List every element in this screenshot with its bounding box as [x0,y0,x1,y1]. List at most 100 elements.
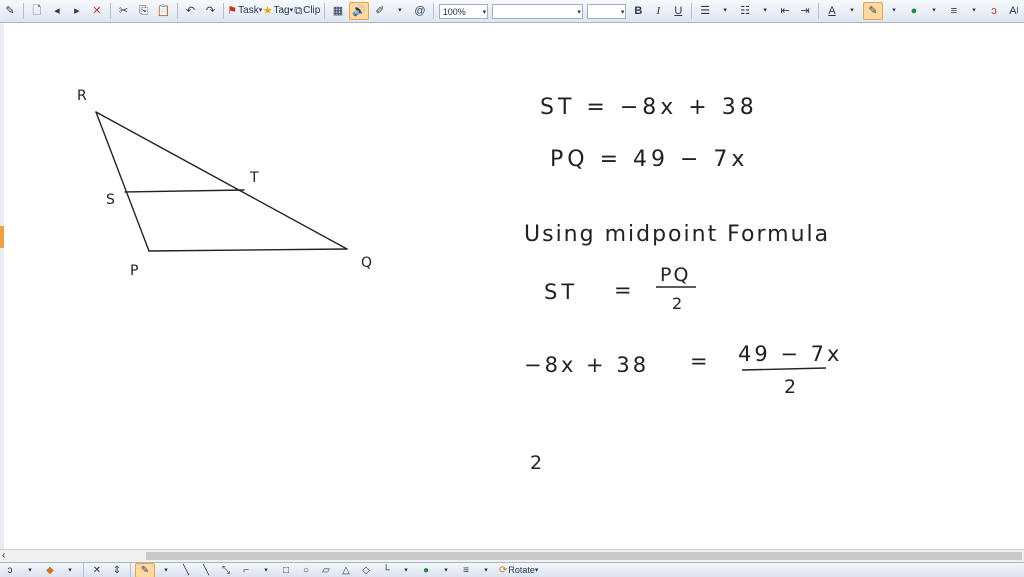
font-grow-letter: A [1009,2,1016,20]
at-sign-icon[interactable]: @ [411,2,429,20]
delete-icon[interactable]: ✕ [88,564,106,577]
equation-lhs-2: −8x + 38 [524,353,649,377]
triangle-figure [96,112,347,251]
horizontal-scrollbar[interactable]: ‹ [0,549,1024,562]
font-size-select[interactable]: ▾ [587,4,626,19]
tag-button[interactable]: ★ Tag ▾ [263,2,292,20]
toolbar-separator [691,3,692,19]
scrollbar-thumb[interactable] [146,552,1022,560]
chevron-down-icon[interactable]: ▾ [257,564,275,577]
connector-icon[interactable]: ⌐ [237,564,255,577]
chevron-down-icon: ▾ [621,5,625,20]
copy-icon[interactable]: ⎘ [135,2,153,20]
previous-page-icon[interactable]: ◂ [48,2,66,20]
tag-label: Tag [273,2,289,20]
chevron-down-icon[interactable]: ▾ [157,564,175,577]
axes-icon[interactable]: └ [377,564,395,577]
fraction-numerator-2: 49 − 7x [738,342,842,366]
paste-icon[interactable]: 📋 [155,2,173,20]
font-grow-button[interactable]: AI [1005,2,1023,20]
chevron-down-icon[interactable]: ▾ [756,2,774,20]
italic-button[interactable]: I [649,2,667,20]
chevron-down-icon[interactable]: ▾ [965,2,983,20]
fraction-pq-denominator: 2 [672,294,682,313]
color-fill-icon[interactable]: ● [905,2,923,20]
undo-icon[interactable]: ↶ [181,2,199,20]
flag-icon: ⚑ [227,2,237,20]
top-toolbar: ✎ 🗋 ◂ ▸ ✕ ✂ ⎘ 📋 ↶ ↷ ⚑ Task ▾ ★ Tag ▾ ⧉ C… [0,0,1024,23]
diamond-icon[interactable]: ◇ [357,564,375,577]
outdent-icon[interactable]: ⇤ [776,2,794,20]
toolbar-separator [818,3,819,19]
equation-st-lhs: ST [544,280,578,304]
equals-sign-2: = [690,349,708,373]
note-canvas[interactable]: R S T P Q ST = −8x + 38 PQ = 49 − 7x Usi… [4,23,1024,549]
new-page-icon[interactable]: 🗋 [28,2,46,20]
chevron-down-icon[interactable]: ▾ [477,564,495,577]
line-weight-icon[interactable]: ≡ [945,2,963,20]
pen-icon[interactable]: ✎ [135,563,155,577]
chevron-down-icon[interactable]: ▾ [925,2,943,20]
eraser-icon[interactable]: ◆ [41,564,59,577]
chevron-down-icon[interactable]: ▾ [716,2,734,20]
pen-tool-icon[interactable]: ✎ [1,2,19,20]
circle-icon[interactable]: ○ [297,564,315,577]
redo-icon[interactable]: ↷ [201,2,219,20]
equals-sign-1: = [614,278,632,302]
drawing-toolbar: ↄ ▾ ◆ ▾ ✕ ⇕ ✎ ▾ ╲ ╲ ⤡ ⌐ ▾ □ ○ ▱ △ ◇ └ ▾ … [0,562,1024,577]
toolbar-separator [130,562,131,577]
zoom-select[interactable]: 100% ▾ [439,4,488,19]
font-name-select[interactable]: ▾ [492,4,583,19]
text-style-button[interactable]: A [823,2,841,20]
toolbar-separator [324,3,325,19]
scroll-left-icon[interactable]: ‹ [2,550,5,562]
toolbar-separator [223,3,224,19]
segment-st [125,190,244,192]
underline-button[interactable]: U [669,2,687,20]
bold-button[interactable]: B [629,2,647,20]
side-pq [149,249,347,251]
lasso-icon[interactable]: ↄ [985,2,1003,20]
equation-st: ST = −8x + 38 [540,95,758,120]
chevron-down-icon[interactable]: ▾ [843,2,861,20]
triangle-icon[interactable]: △ [337,564,355,577]
table-icon[interactable]: ▦ [329,2,347,20]
delete-page-icon[interactable]: ✕ [88,2,106,20]
highlight-color-icon[interactable]: ✎ [863,2,883,20]
cut-icon[interactable]: ✂ [115,2,133,20]
indent-icon[interactable]: ⇥ [796,2,814,20]
rotate-button[interactable]: ⟳ Rotate ▾ [497,564,540,577]
chevron-down-icon[interactable]: ▾ [61,564,79,577]
font-grow-cursor: I [1017,2,1019,20]
zoom-value: 100% [443,7,466,17]
chevron-down-icon[interactable]: ▾ [391,2,409,20]
fraction-bar-2 [742,368,826,370]
line-tool-icon[interactable]: ╲ [177,564,195,577]
rectangle-icon[interactable]: □ [277,564,295,577]
double-arrow-icon[interactable]: ⤡ [217,564,235,577]
toolbar-separator [83,562,84,577]
chevron-down-icon: ▾ [577,5,581,20]
rotate-icon: ⟳ [499,564,507,577]
clip-button[interactable]: ⧉ Clip [294,2,320,20]
line-style-icon[interactable]: ≡ [457,564,475,577]
insert-space-icon[interactable]: ⇕ [108,564,126,577]
chevron-down-icon[interactable]: ▾ [21,564,39,577]
fraction-pq-numerator: PQ [660,264,690,286]
highlighter-icon[interactable]: ✐ [371,2,389,20]
arrow-line-icon[interactable]: ╲ [197,564,215,577]
numbered-list-icon[interactable]: ☷ [736,2,754,20]
chevron-down-icon[interactable]: ▾ [397,564,415,577]
toolbar-separator [23,3,24,19]
chevron-down-icon[interactable]: ▾ [885,2,903,20]
parallelogram-icon[interactable]: ▱ [317,564,335,577]
chevron-down-icon[interactable]: ▾ [437,564,455,577]
bullet-list-icon[interactable]: ☰ [696,2,714,20]
color-palette-icon[interactable]: ● [417,564,435,577]
next-page-icon[interactable]: ▸ [68,2,86,20]
audio-icon[interactable]: 🔊 [349,2,369,20]
task-button[interactable]: ⚑ Task ▾ [228,2,261,20]
lasso-select-icon[interactable]: ↄ [1,564,19,577]
fraction-denominator-2: 2 [784,376,796,398]
toolbar-separator [177,3,178,19]
